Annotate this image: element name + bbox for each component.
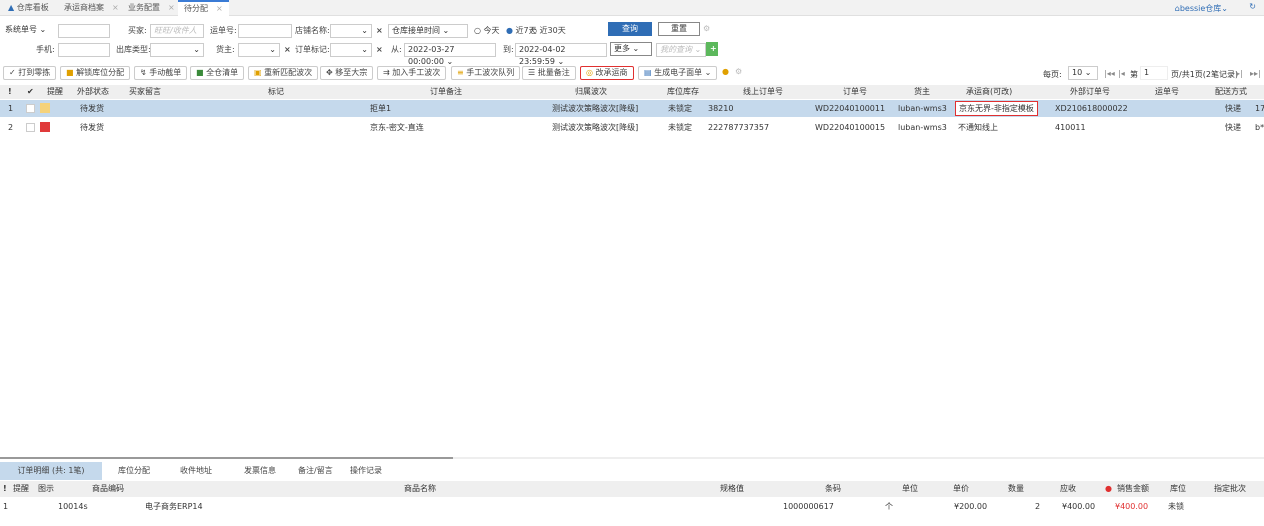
page-total: 页/共1页(2笔记录) [1171, 70, 1239, 79]
from-date-input[interactable]: 2022-03-27 00:00:00 ⌄ [404, 43, 496, 66]
phone-label: 手机: [36, 45, 55, 54]
tab-dashboard[interactable]: ▲ 仓库看板 [2, 0, 55, 16]
carrier-cell[interactable]: 京东无界-非指定模板 [955, 101, 1038, 116]
buyer-label: 买家: [128, 26, 147, 35]
to-date-input[interactable]: 2022-04-02 23:59:59 ⌄ [515, 43, 607, 66]
row-checkbox[interactable] [26, 123, 35, 132]
page-label: 第 [1130, 70, 1138, 79]
lock-icon: ■ [66, 68, 74, 77]
reset-button[interactable]: 重置 [658, 22, 700, 36]
detail-header: ! 提醒 图示 商品编码 商品名称 规格值 条码 单位 单价 数量 应收 ● 销… [0, 481, 1264, 497]
sys-no-input[interactable] [58, 24, 110, 38]
help-icon[interactable]: ● [722, 67, 729, 76]
tab-address[interactable]: 收件地址 [170, 462, 222, 480]
buyer-input[interactable]: 旺旺/收件人 [150, 24, 204, 38]
per-page-label: 每页: [1043, 70, 1062, 79]
home-icon: ▲ [8, 3, 15, 12]
owner-label: 货主: [216, 45, 235, 54]
shop-label: 店铺名称: [295, 26, 330, 35]
my-query-select[interactable]: 我的查询 ⌄ [656, 43, 706, 57]
radio-last30[interactable]: ○ 近30天 [530, 24, 566, 38]
from-label: 从: [391, 45, 402, 54]
select-all-checkbox[interactable]: ✔ [27, 85, 34, 99]
waybill-input[interactable] [238, 24, 292, 38]
tab-order-detail[interactable]: 订单明细 (共: 1笔) [0, 462, 102, 480]
scroll-track [453, 457, 1264, 459]
search-button[interactable]: 查询 [608, 22, 652, 36]
last-page-icon[interactable]: ▸▸| [1250, 69, 1261, 78]
horizontal-scrollbar[interactable] [0, 457, 453, 459]
close-icon[interactable]: × [112, 3, 119, 12]
trash-icon: ■ [196, 68, 204, 77]
mark-select[interactable]: ⌄ [330, 43, 372, 57]
more-button[interactable]: 更多 ⌄ [610, 42, 652, 56]
time-type-select[interactable]: 仓库接单时间 ⌄ [388, 24, 468, 38]
carrier-cell[interactable]: 不通知线上 [958, 119, 998, 136]
add-manual-wave-button[interactable]: ⇉ 加入手工波次 [377, 66, 447, 80]
printer-icon: ▤ [644, 68, 652, 77]
generate-waybill-button[interactable]: ▤ 生成电子面单 ⌄ [638, 66, 718, 80]
tab-oplog[interactable]: 操作记录 [340, 462, 392, 480]
waybill-label: 运单号: [210, 26, 237, 35]
add-icon[interactable]: + [706, 42, 718, 56]
tab-config[interactable]: 业务配置 × [122, 0, 181, 16]
manual-cut-button[interactable]: ↯ 手动截单 [134, 66, 188, 80]
alert-icon [40, 122, 50, 132]
info-icon: ● [1105, 484, 1112, 493]
unlock-location-button[interactable]: ■ 解锁库位分配 [60, 66, 131, 80]
rematch-wave-button[interactable]: ▣ 重新匹配波次 [248, 66, 319, 80]
pick-button[interactable]: ✓ 打到零拣 [3, 66, 57, 80]
close-icon[interactable]: × [168, 3, 175, 12]
clear-all-button[interactable]: ■ 全仓清单 [190, 66, 245, 80]
owner-select[interactable]: ⌄ [238, 43, 280, 57]
shop-select[interactable]: ⌄ [330, 24, 372, 38]
manual-wave-queue-button[interactable]: ≡ 手工波次队列 [451, 66, 521, 80]
batch-remark-button[interactable]: ☰ 批量备注 [522, 66, 576, 80]
settings-icon[interactable]: ⚙ [703, 22, 710, 36]
move-bulk-button[interactable]: ✥ 移至大宗 [320, 66, 374, 80]
phone-input[interactable] [58, 43, 110, 57]
per-page-select[interactable]: 10 ⌄ [1068, 66, 1098, 80]
warehouse-switcher[interactable]: ⌂bessie仓库⌄ [1175, 3, 1228, 14]
note-icon [40, 103, 50, 113]
tab-bar: ▲ 仓库看板 承运商档案 × 业务配置 × 待分配 × ⌂bessie仓库⌄ ↻ [0, 0, 1264, 16]
change-carrier-button[interactable]: ◎ 改承运商 [580, 66, 634, 80]
table-row[interactable]: 2 待发货 京东-密文-直连 测试波次策略波次[降级] 未锁定 22278773… [0, 119, 1264, 136]
clear-icon[interactable]: × [376, 43, 383, 57]
to-label: 到: [503, 45, 514, 54]
first-page-icon[interactable]: |◂◂ [1104, 69, 1115, 78]
tab-remarks[interactable]: 备注/留言 [288, 462, 343, 480]
outtype-label: 出库类型: [116, 45, 151, 54]
tab-invoice[interactable]: 发票信息 [234, 462, 286, 480]
prev-page-icon[interactable]: |◂ [1118, 69, 1125, 78]
table-row[interactable]: 1 待发货 拒单1 测试波次策略波次[降级] 未锁定 38210 WD22040… [0, 100, 1264, 117]
sys-no-select[interactable]: 系统单号 ⌄ [2, 24, 56, 38]
row-checkbox[interactable] [26, 104, 35, 113]
outtype-select[interactable]: ⌄ [150, 43, 204, 57]
refresh-icon[interactable]: ↻ [1249, 2, 1256, 11]
settings-icon[interactable]: ⚙ [735, 67, 742, 76]
close-icon[interactable]: × [216, 4, 223, 13]
tab-location[interactable]: 库位分配 [108, 462, 160, 480]
radio-today[interactable]: ○ 今天 [474, 24, 500, 38]
next-page-icon[interactable]: ▸| [1236, 69, 1243, 78]
tab-pending[interactable]: 待分配 × [178, 0, 229, 16]
table-header: ! ✔ 提醒 外部状态 买家留言 标记 订单备注 归属波次 库位库存 线上订单号… [0, 85, 1264, 99]
page-input[interactable]: 1 [1140, 66, 1168, 80]
tab-carrier[interactable]: 承运商档案 × [58, 0, 125, 16]
detail-row[interactable]: 1 10014s 电子商务ERP14 1000000617 个 ¥200.00 … [0, 499, 1264, 515]
copy-icon: ▣ [254, 68, 262, 77]
clear-icon[interactable]: × [284, 43, 291, 57]
clear-icon[interactable]: × [376, 24, 383, 38]
mark-label: 订单标记: [295, 45, 330, 54]
